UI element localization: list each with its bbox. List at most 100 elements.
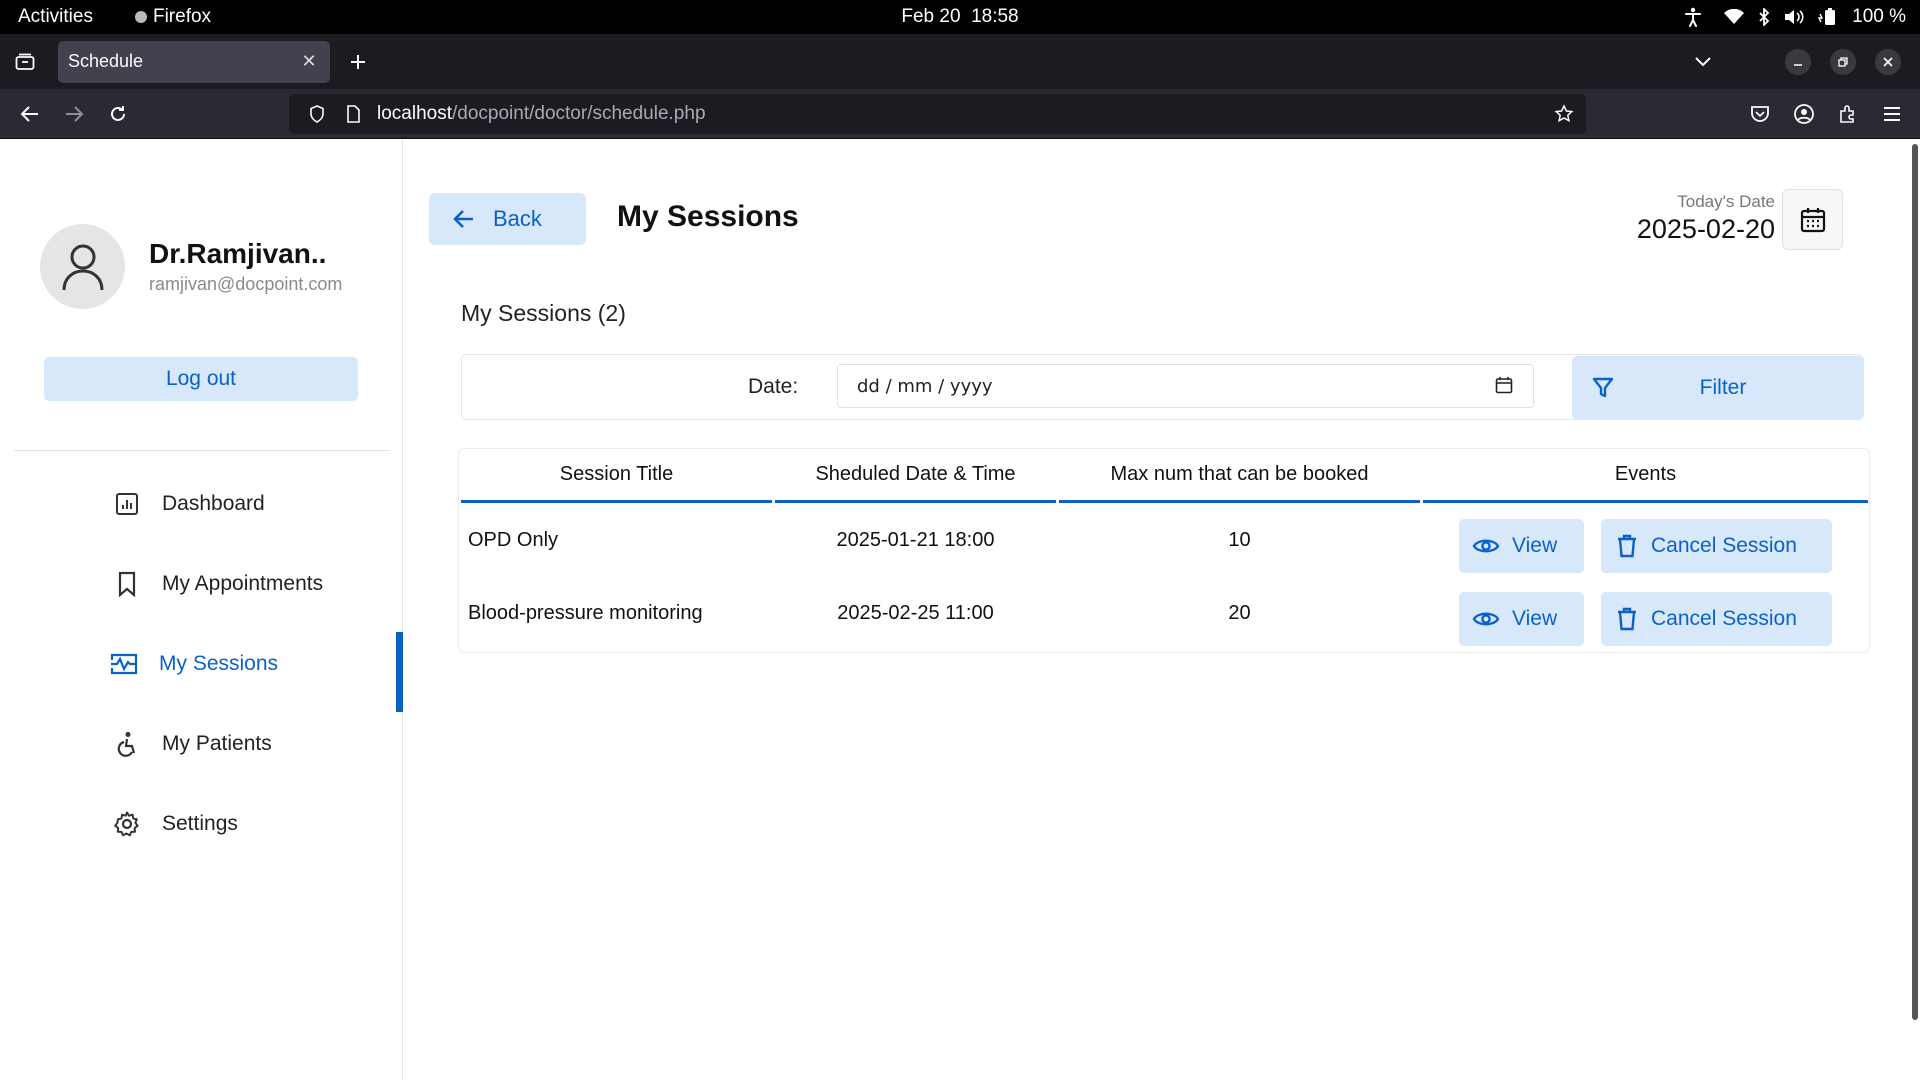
filter-button[interactable]: Filter: [1572, 356, 1864, 420]
close-window-button[interactable]: [1875, 48, 1901, 75]
calendar-picker-icon[interactable]: [1495, 376, 1513, 399]
date-placeholder: dd / mm / yyyy: [857, 375, 993, 397]
view-label: View: [1512, 607, 1558, 630]
page-icon[interactable]: [335, 105, 371, 123]
sessions-count-heading: My Sessions (2): [461, 300, 626, 326]
back-button[interactable]: Back: [429, 193, 586, 245]
cancel-label: Cancel Session: [1651, 607, 1797, 630]
column-header-title: Session Title: [559, 463, 674, 485]
back-nav-button[interactable]: [8, 92, 52, 136]
calendar-button[interactable]: [1782, 189, 1843, 250]
list-all-tabs-button[interactable]: [1681, 40, 1725, 84]
sessions-table: Session Title Sheduled Date & Time Max n…: [458, 448, 1870, 653]
app-menu-button[interactable]: [1870, 92, 1914, 136]
today-date-label: Today's Date: [1677, 192, 1775, 211]
clock-date: Feb 20: [901, 6, 961, 27]
reload-icon: [111, 105, 125, 121]
close-icon: [1883, 56, 1893, 67]
filter-label: Filter: [1699, 376, 1747, 399]
view-button[interactable]: View: [1459, 519, 1584, 573]
back-label: Back: [493, 206, 542, 231]
clock-time: 18:58: [971, 6, 1019, 27]
url-path: /docpoint/doctor/schedule.php: [452, 103, 706, 124]
eye-icon: [1472, 609, 1500, 629]
page-content: Dr.Ramjivan.. ramjivan@docpoint.com Log …: [0, 140, 1920, 1080]
header-underline: [775, 500, 1056, 503]
reload-button[interactable]: [96, 92, 140, 136]
sidebar-item-label: My Appointments: [162, 572, 324, 595]
minimize-icon: [1794, 63, 1802, 66]
sidebar-item-dashboard[interactable]: Dashboard: [0, 474, 403, 534]
cancel-session-button[interactable]: Cancel Session: [1601, 519, 1832, 573]
header-underline: [1059, 500, 1420, 503]
shield-icon[interactable]: [299, 105, 335, 123]
arrow-left-icon: [20, 105, 38, 122]
arrow-right-icon: [66, 105, 84, 122]
browser-tab-strip: Schedule ✕: [0, 34, 1920, 89]
date-filter-input[interactable]: dd / mm / yyyy: [837, 364, 1534, 408]
pocket-button[interactable]: [1738, 92, 1782, 136]
app-name: Firefox: [152, 6, 212, 27]
activities-button[interactable]: Activities: [18, 6, 93, 28]
tab-schedule[interactable]: Schedule ✕: [58, 40, 330, 83]
sidebar-item-settings[interactable]: Settings: [0, 794, 403, 854]
volume-icon: [1784, 9, 1804, 25]
avatar: [40, 224, 125, 309]
trash-icon: [1617, 534, 1637, 558]
user-avatar-icon: [62, 244, 103, 290]
sidebar-item-sessions[interactable]: My Sessions: [0, 632, 403, 712]
battery-percent: 100 %: [1852, 6, 1906, 27]
session-title: Blood-pressure monitoring: [468, 602, 703, 624]
dashboard-icon: [112, 489, 142, 519]
restore-icon: [1838, 56, 1848, 67]
calendar-icon: [1800, 207, 1825, 232]
today-date-value: 2025-02-20: [1636, 214, 1775, 244]
forward-nav-button[interactable]: [52, 92, 96, 136]
minimize-button[interactable]: [1785, 48, 1811, 75]
url-bar[interactable]: localhost/docpoint/doctor/schedule.php: [289, 94, 1586, 134]
column-header-datetime: Sheduled Date & Time: [815, 463, 1016, 485]
sidebar-item-label: My Patients: [162, 732, 272, 755]
sidebar-item-appointments[interactable]: My Appointments: [0, 554, 403, 614]
session-datetime: 2025-01-21 18:00: [836, 529, 995, 551]
column-header-max: Max num that can be booked: [1110, 463, 1369, 485]
filter-bar: Date: dd / mm / yyyy Filter: [461, 354, 1864, 420]
app-menu[interactable]: Firefox: [134, 6, 212, 28]
system-top-bar: Activities Firefox Feb 20 18:58 100 %: [0, 0, 1920, 34]
extensions-button[interactable]: [1826, 92, 1870, 136]
tab-close-icon[interactable]: ✕: [298, 51, 320, 73]
sidebar-item-label: Settings: [162, 812, 238, 835]
bluetooth-icon: [1758, 8, 1770, 26]
page-title: My Sessions: [617, 200, 799, 233]
view-button[interactable]: View: [1459, 592, 1584, 646]
cancel-session-button[interactable]: Cancel Session: [1601, 592, 1832, 646]
sidebar-item-label: My Sessions: [159, 652, 279, 675]
sidebar-item-patients[interactable]: My Patients: [0, 714, 403, 774]
system-status-menu[interactable]: 100 %: [1724, 6, 1906, 28]
url-text: localhost/docpoint/doctor/schedule.php: [377, 103, 706, 125]
wifi-icon: [1724, 9, 1745, 25]
doctor-name: Dr.Ramjivan..: [149, 238, 327, 269]
arrow-left-icon: [453, 209, 475, 229]
session-max: 20: [1228, 602, 1251, 624]
patient-icon: [112, 729, 142, 759]
cancel-label: Cancel Session: [1651, 534, 1797, 557]
chevron-down-icon: [1695, 56, 1711, 66]
new-tab-button[interactable]: [336, 40, 380, 84]
doctor-email: ramjivan@docpoint.com: [149, 274, 343, 294]
session-max: 10: [1228, 529, 1251, 551]
clock[interactable]: Feb 20 18:58: [0, 6, 1920, 28]
bookmark-star-icon[interactable]: [1550, 100, 1578, 128]
session-title: OPD Only: [468, 529, 559, 551]
firefox-view-button[interactable]: [0, 34, 50, 89]
page-scrollbar[interactable]: [1912, 144, 1918, 1020]
accessibility-icon[interactable]: [1684, 7, 1702, 27]
sidebar-item-label: Dashboard: [162, 492, 265, 515]
restore-button[interactable]: [1830, 48, 1856, 75]
header-underline: [461, 500, 772, 503]
plus-icon: [351, 54, 365, 69]
url-host: localhost: [377, 103, 452, 124]
gear-icon: [112, 809, 142, 839]
logout-button[interactable]: Log out: [44, 357, 358, 401]
account-button[interactable]: [1782, 92, 1826, 136]
